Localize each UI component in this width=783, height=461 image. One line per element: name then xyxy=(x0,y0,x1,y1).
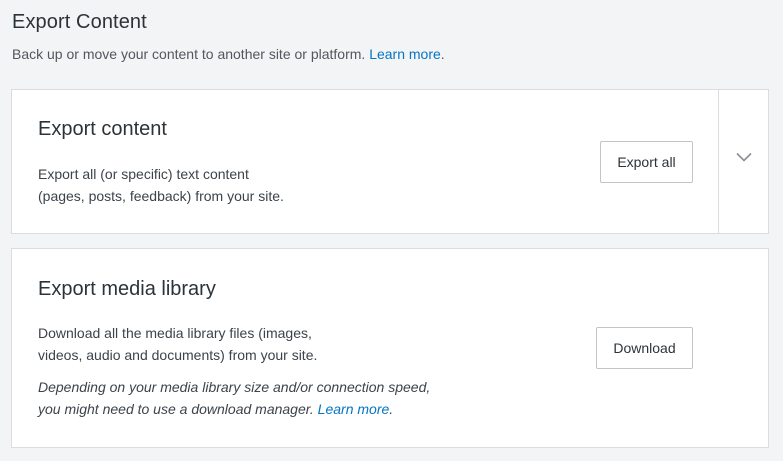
note-line1: Depending on your media library size and… xyxy=(38,379,431,395)
export-content-description: Export all (or specific) text content (p… xyxy=(38,163,284,207)
export-content-title: Export content xyxy=(38,118,167,140)
download-button[interactable]: Download xyxy=(596,327,693,369)
media-description-line2: videos, audio and documents) from your s… xyxy=(38,347,318,363)
export-content-description-line1: Export all (or specific) text content xyxy=(38,166,249,182)
export-content-card: Export content Export all (or specific) … xyxy=(11,89,769,234)
page-subtitle-text: Back up or move your content to another … xyxy=(12,46,366,62)
chevron-down-icon xyxy=(736,152,752,162)
download-manager-note: Depending on your media library size and… xyxy=(38,376,430,420)
subtitle-period: . xyxy=(440,46,445,62)
note-period: . xyxy=(389,401,394,417)
note-line2: you might need to use a download manager… xyxy=(38,401,314,417)
expand-export-options-toggle[interactable] xyxy=(718,89,769,234)
export-all-button[interactable]: Export all xyxy=(600,141,693,183)
export-media-library-card: Export media library Download all the me… xyxy=(11,248,769,448)
page-subtitle: Back up or move your content to another … xyxy=(12,46,445,62)
media-description-line1: Download all the media library files (im… xyxy=(38,325,312,341)
export-media-library-title: Export media library xyxy=(38,278,216,300)
export-media-library-description: Download all the media library files (im… xyxy=(38,322,317,366)
header-learn-more-link[interactable]: Learn more xyxy=(369,46,441,62)
page-title: Export Content xyxy=(12,11,147,33)
media-learn-more-link[interactable]: Learn more xyxy=(318,401,390,417)
export-content-description-line2: (pages, posts, feedback) from your site. xyxy=(38,188,284,204)
